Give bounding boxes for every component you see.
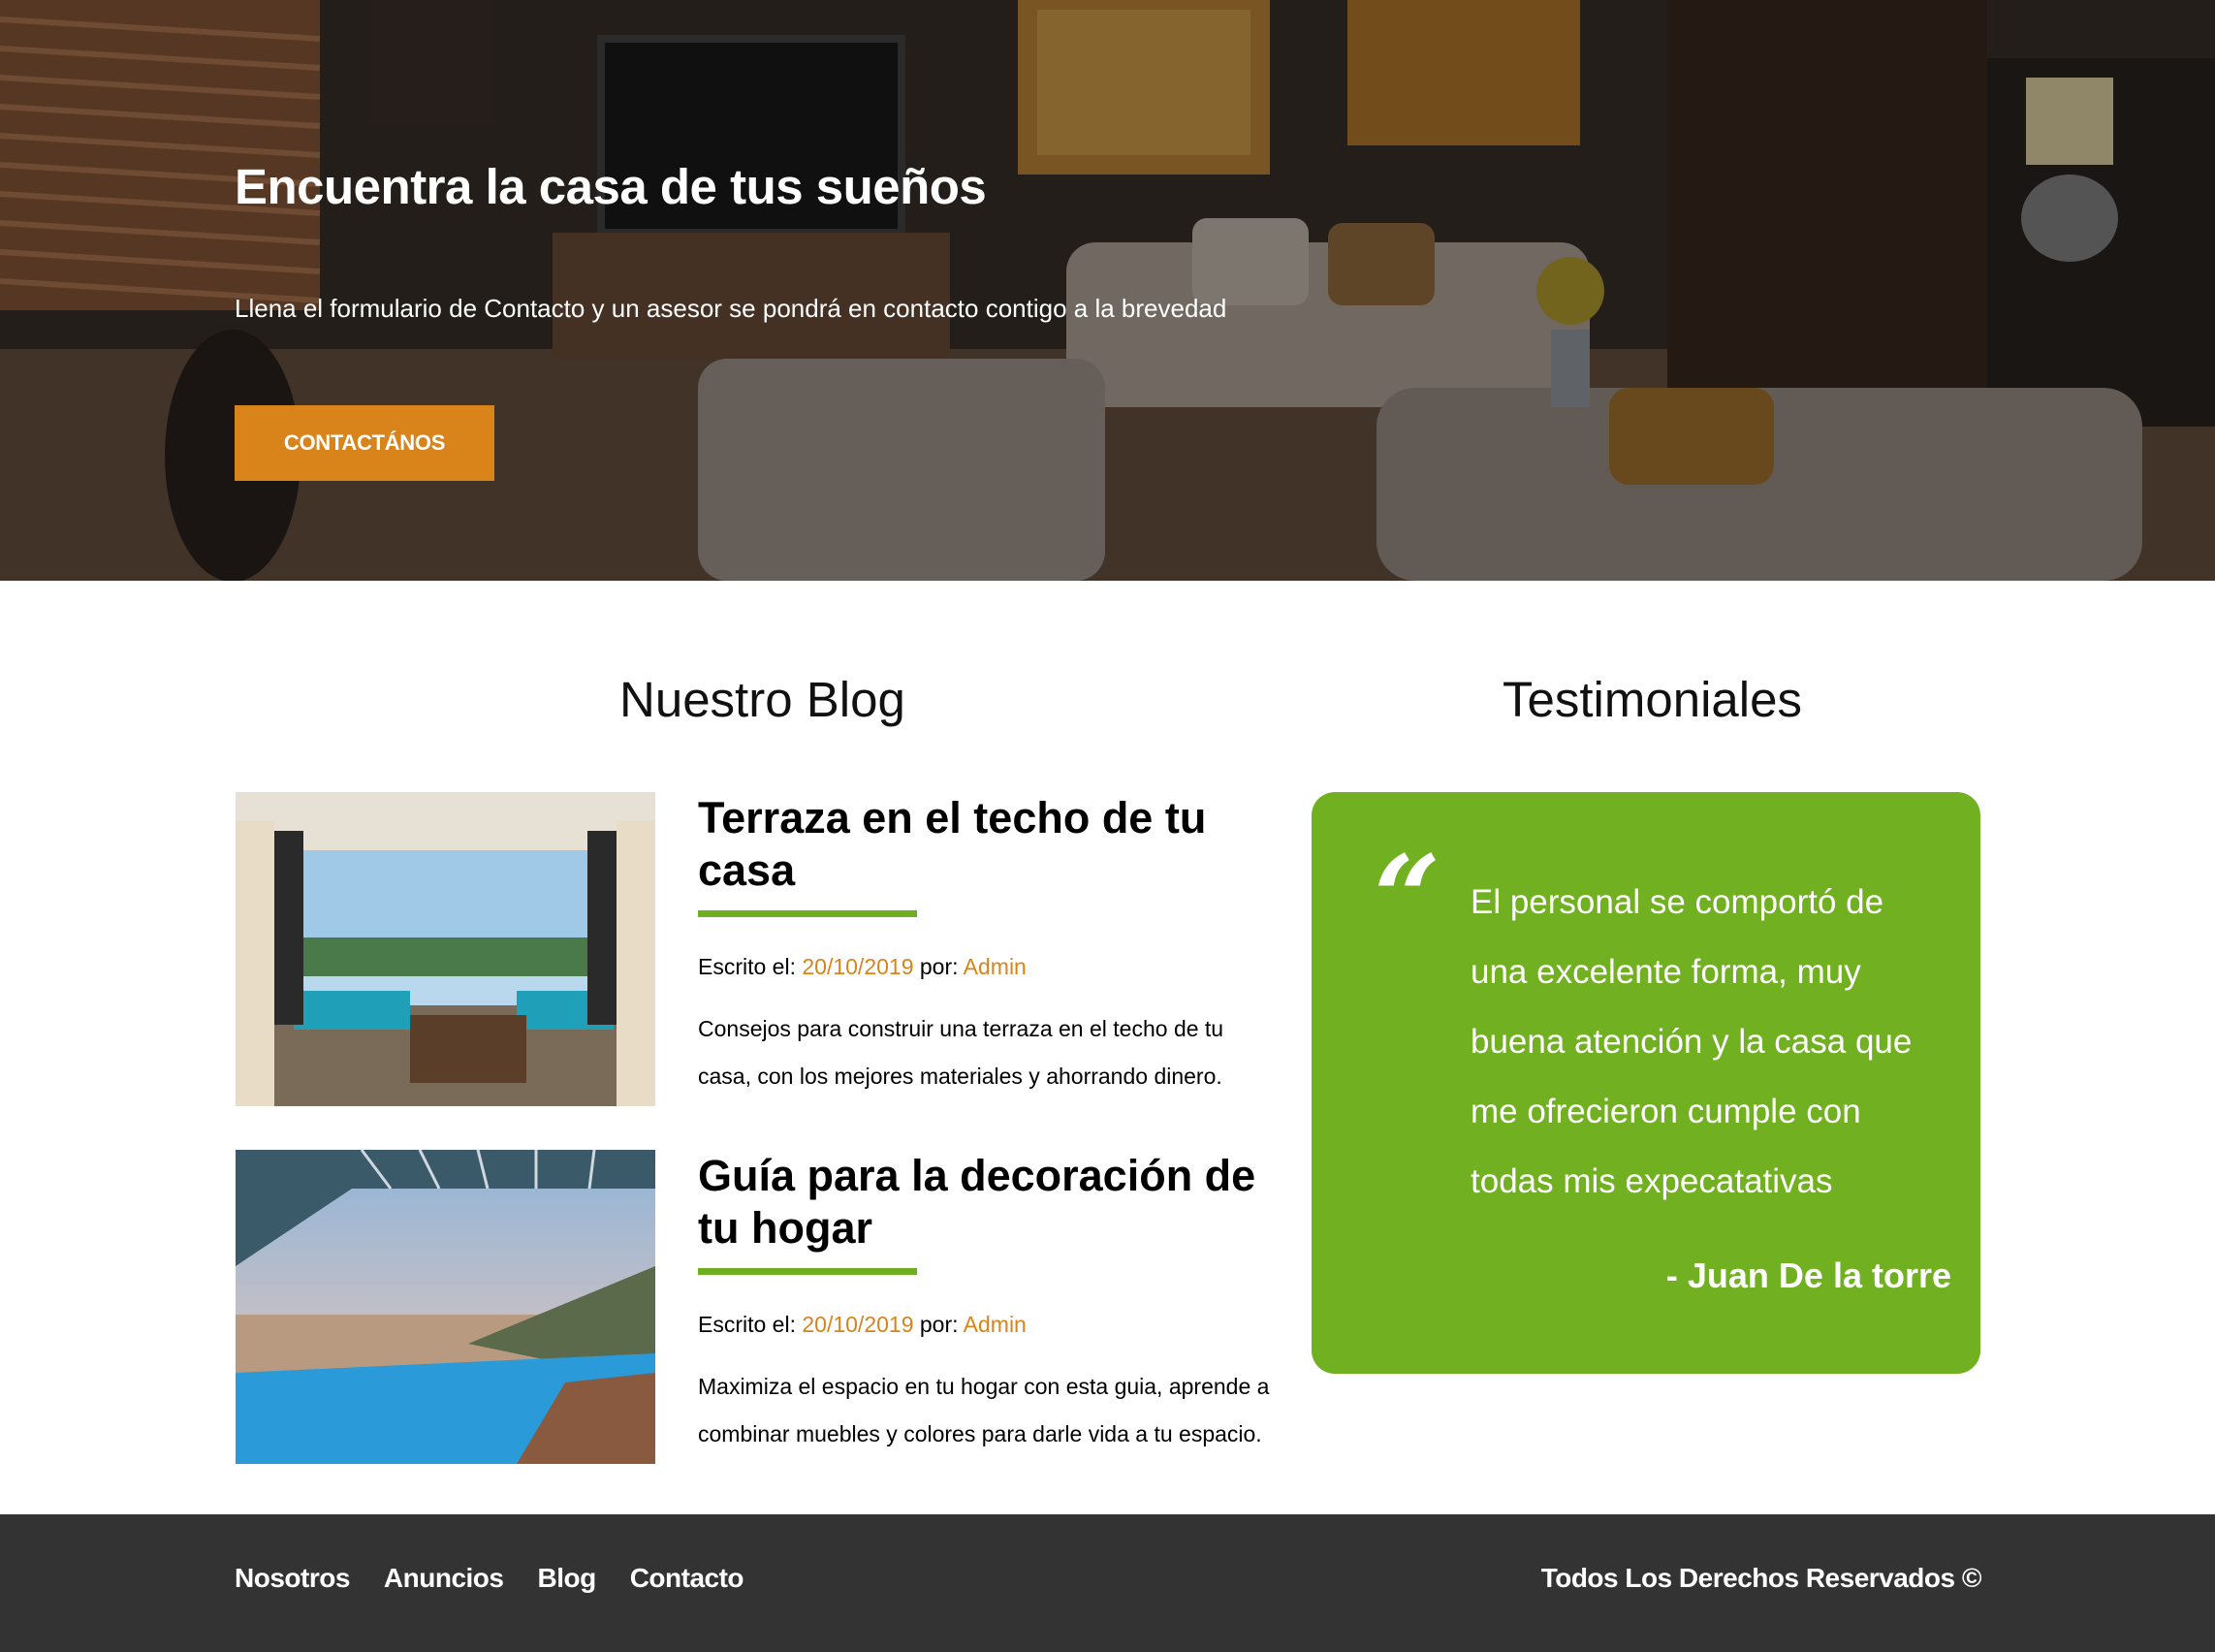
post-excerpt: Maximiza el espacio en tu hogar con esta…: [698, 1374, 1270, 1446]
meta-prefix: Escrito el:: [698, 954, 803, 979]
testimonial-author: - Juan De la torre: [1665, 1255, 1951, 1295]
footer: Nosotros Anuncios Blog Contacto Todos Lo…: [0, 1514, 2215, 1652]
contact-button[interactable]: CONTACTÁNOS: [235, 405, 494, 481]
post-meta: Escrito el: 20/10/2019 por: Admin: [698, 1312, 1280, 1338]
meta-by: por:: [913, 954, 964, 979]
hero-subtitle: Llena el formulario de Contacto y un ase…: [235, 294, 1227, 323]
post-title[interactable]: Terraza en el techo de tu casa: [698, 792, 1280, 897]
post-image-terrace[interactable]: [236, 792, 655, 1106]
copyright-text: Todos Los Derechos Reservados ©: [1540, 1563, 1982, 1593]
meta-by: por:: [913, 1312, 964, 1337]
footer-link-nosotros[interactable]: Nosotros: [235, 1563, 350, 1594]
pool-photo: [236, 1150, 655, 1464]
testimonial-card: “ El personal se comportó de una excelen…: [1312, 792, 1980, 1374]
footer-link-anuncios[interactable]: Anuncios: [384, 1563, 504, 1594]
title-underline: [698, 910, 917, 917]
hero-overlay: [0, 0, 2215, 581]
post-author[interactable]: Admin: [964, 954, 1027, 979]
title-underline: [698, 1268, 917, 1275]
post-author[interactable]: Admin: [964, 1312, 1027, 1337]
hero-title: Encuentra la casa de tus sueños: [235, 159, 987, 214]
testimonials-section-title: Testimoniales: [1503, 672, 1802, 727]
post-body: Terraza en el techo de tu casa Escrito e…: [698, 792, 1280, 1100]
post-date: 20/10/2019: [802, 1312, 914, 1337]
meta-prefix: Escrito el:: [698, 1312, 803, 1337]
testimonial-text: El personal se comportó de una excelente…: [1471, 883, 1913, 1200]
quote-icon: “: [1374, 830, 1441, 967]
blog-section-title: Nuestro Blog: [619, 672, 905, 727]
footer-link-blog[interactable]: Blog: [537, 1563, 596, 1594]
terrace-photo: [236, 792, 655, 1106]
footer-nav: Nosotros Anuncios Blog Contacto: [235, 1563, 744, 1594]
hero-banner: Encuentra la casa de tus sueños Llena el…: [0, 0, 2215, 581]
post-meta: Escrito el: 20/10/2019 por: Admin: [698, 954, 1280, 980]
footer-link-contacto[interactable]: Contacto: [630, 1563, 744, 1594]
post-date: 20/10/2019: [802, 954, 914, 979]
post-excerpt: Consejos para construir una terraza en e…: [698, 1016, 1224, 1089]
post-title[interactable]: Guía para la decoración de tu hogar: [698, 1150, 1280, 1255]
post-body: Guía para la decoración de tu hogar Escr…: [698, 1150, 1280, 1458]
post-image-pool[interactable]: [236, 1150, 655, 1464]
